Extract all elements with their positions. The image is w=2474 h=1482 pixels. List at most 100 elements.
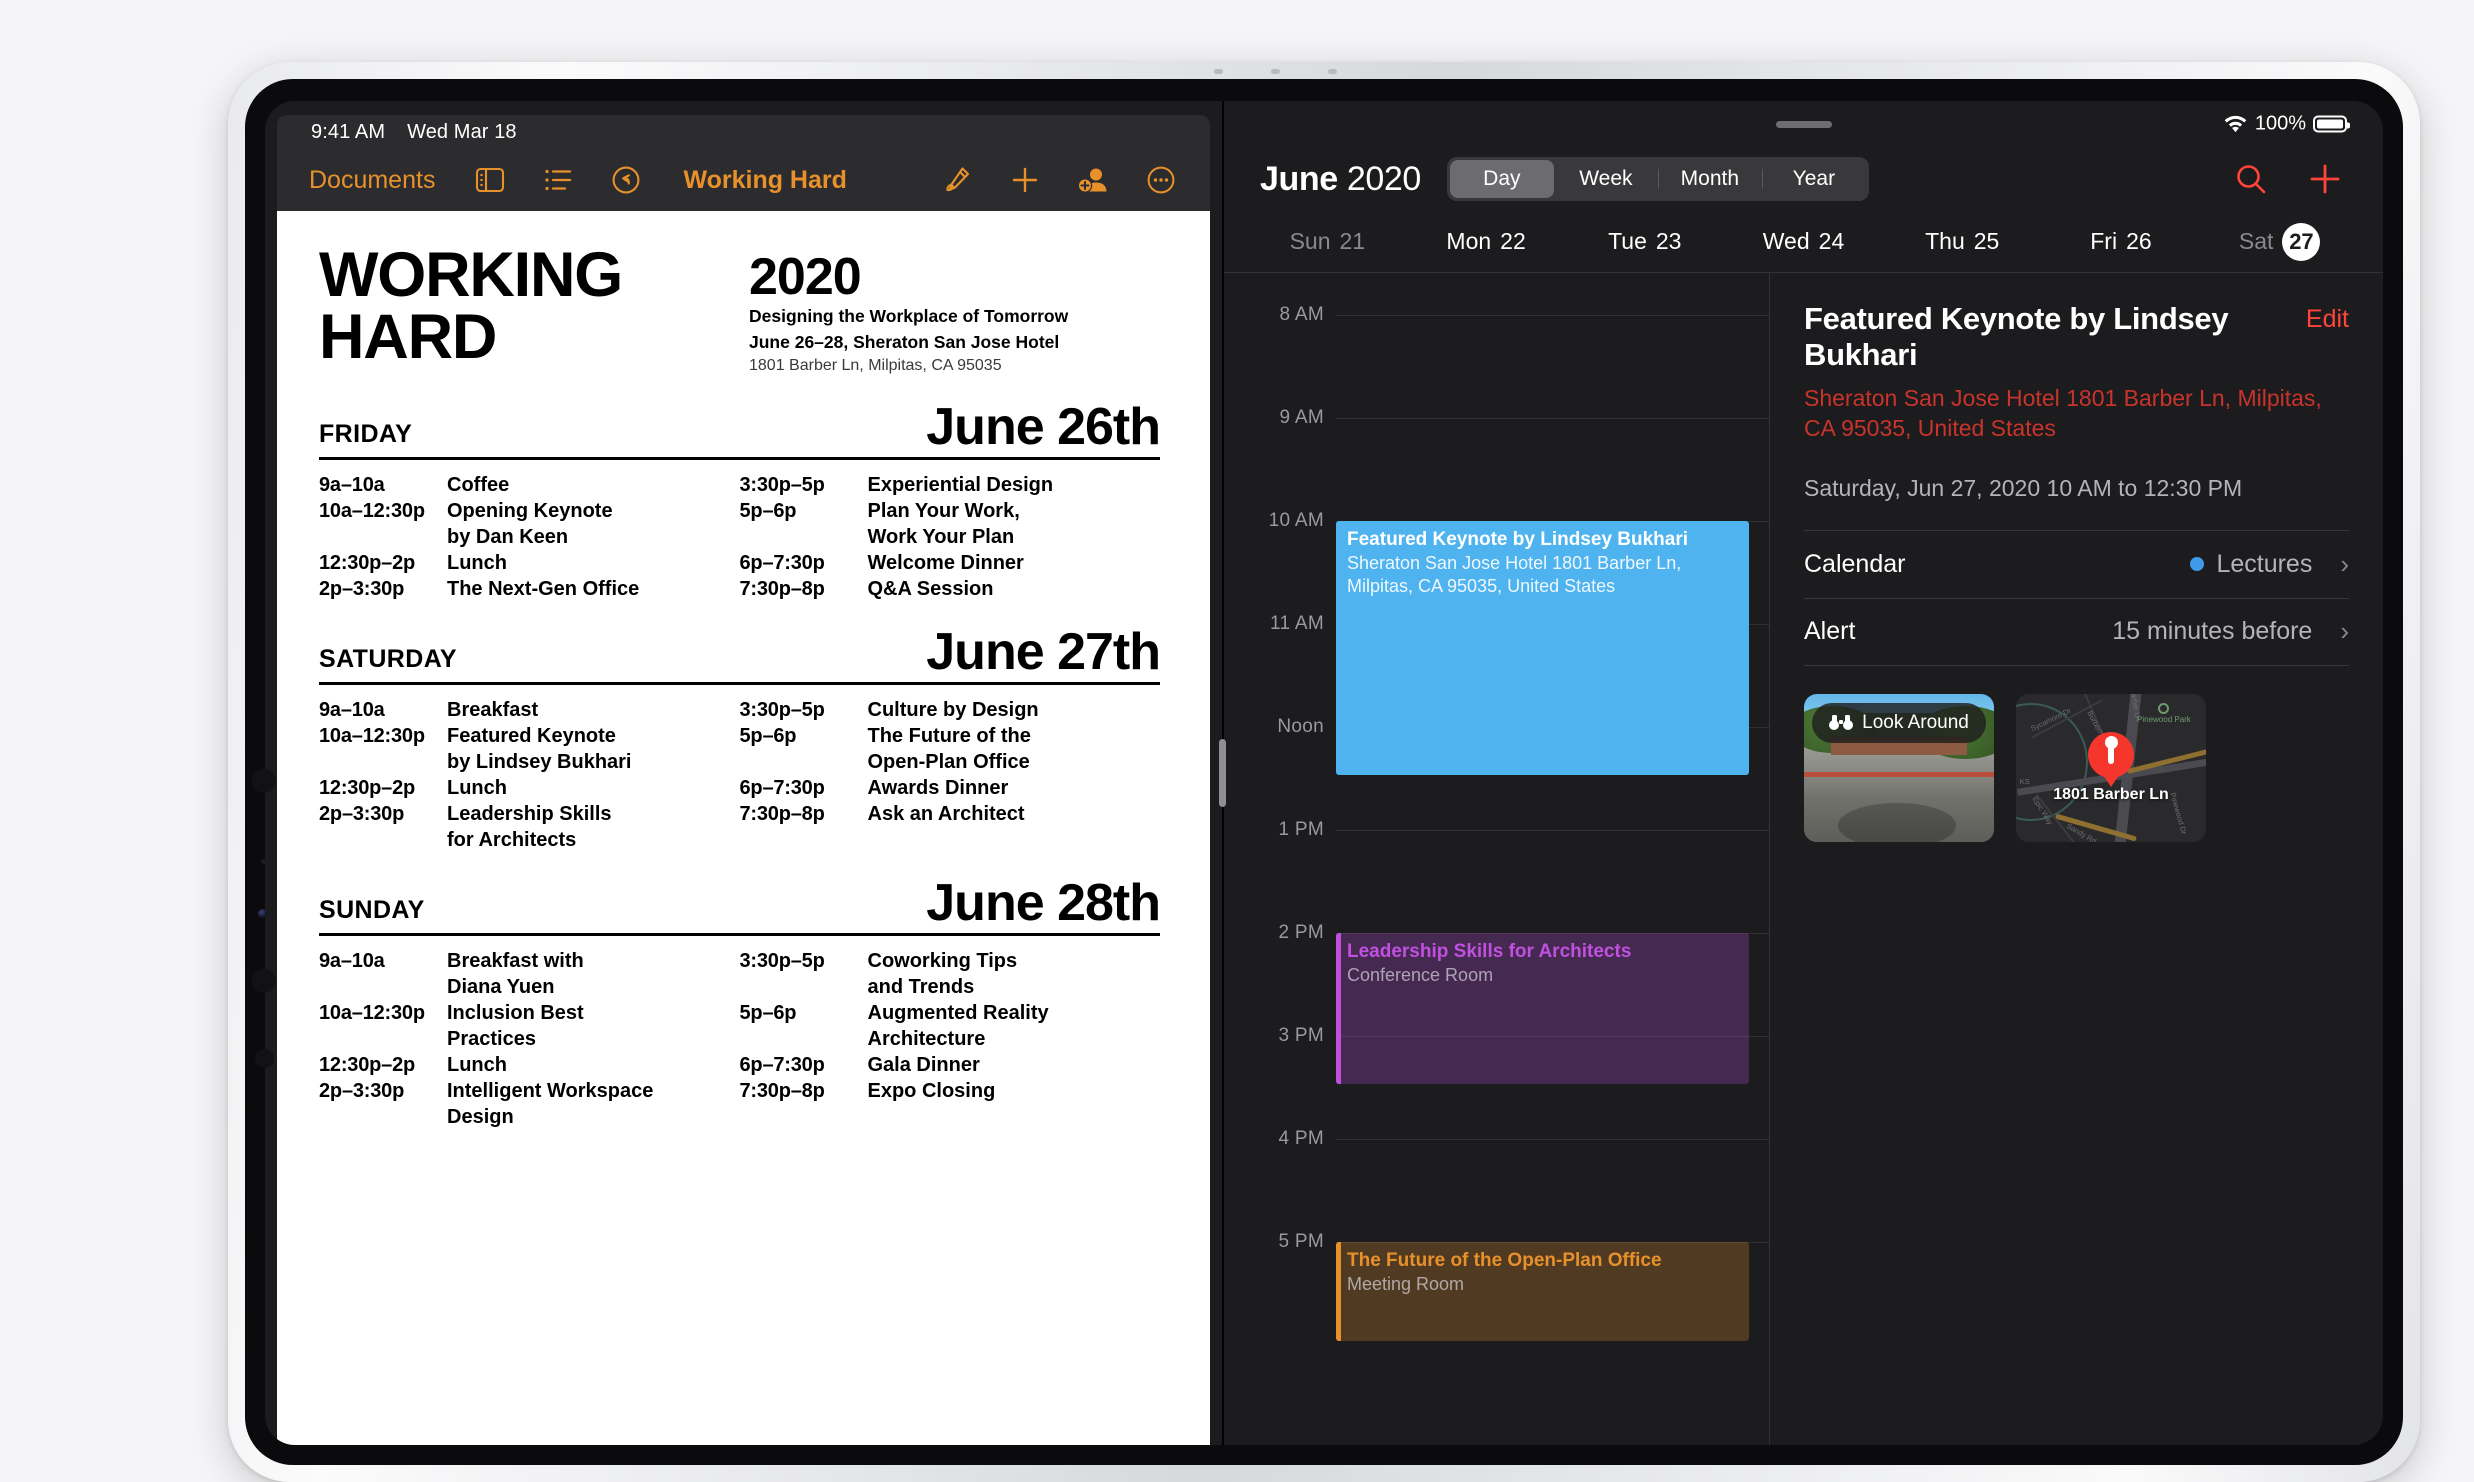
status-indicators: 100% bbox=[2223, 113, 2350, 136]
calendar-month: June bbox=[1260, 159, 1338, 198]
timeline-hour-label: 9 AM bbox=[1279, 407, 1324, 428]
schedule-day-block: SATURDAY June 27th 9a–10a 10a–12:30p 12:30p–… bbox=[319, 622, 1161, 853]
schedule-item: Leadership Skills for Architects bbox=[447, 802, 612, 851]
schedule-day-date: June 27th bbox=[926, 622, 1161, 681]
schedule-item: Awards Dinner bbox=[867, 776, 1009, 799]
schedule-day-name: SUNDAY bbox=[319, 895, 425, 924]
look-around-label: Look Around bbox=[1862, 711, 1969, 733]
schedule-time-column: 9a–10a 10a–12:30p 12:30p–2p 2p–3:30p bbox=[319, 697, 447, 853]
schedule-day-date: June 26th bbox=[926, 397, 1161, 456]
detail-row-label: Alert bbox=[1804, 617, 1856, 646]
calendar-view-week[interactable]: Week bbox=[1554, 160, 1658, 198]
schedule-item: Welcome Dinner bbox=[867, 551, 1024, 574]
collaborate-icon[interactable] bbox=[1070, 157, 1116, 203]
pen-icon[interactable] bbox=[934, 157, 980, 203]
map-pin-label: 1801 Barber Ln bbox=[2053, 785, 2169, 803]
timeline-hour-row: 8 AM bbox=[1224, 304, 1769, 325]
calendar-view-month[interactable]: Month bbox=[1657, 160, 1762, 198]
schedule-day-header: FRIDAY June 26th bbox=[319, 397, 1161, 460]
week-day-number: 26 bbox=[2126, 228, 2152, 254]
more-icon[interactable] bbox=[1138, 157, 1184, 203]
schedule-time-column: 3:30p–5p 5p–6p 6p–7:30p 7:30p–8p bbox=[740, 948, 868, 1130]
calendar-view-segmented-control[interactable]: Day Week Month Year bbox=[1446, 157, 1869, 201]
event-detail-title: Featured Keynote by Lindsey Bukhari bbox=[1804, 301, 2229, 372]
schedule-item-column: Breakfast Featured Keynote by Lindsey Buk… bbox=[447, 697, 740, 853]
week-day-name: Thu bbox=[1925, 228, 1965, 254]
doc-title-line2: HARD bbox=[319, 301, 497, 372]
schedule-time: 2p–3:30p bbox=[319, 577, 405, 600]
split-view-grip[interactable] bbox=[1218, 739, 1226, 807]
document-canvas[interactable]: WORKING HARD 2020 Designing the Workplac… bbox=[277, 211, 1210, 1445]
calendar-view-year[interactable]: Year bbox=[1761, 160, 1866, 198]
schedule-day-name: FRIDAY bbox=[319, 419, 413, 448]
schedule-item: Featured Keynote by Lindsey Bukhari bbox=[447, 724, 632, 773]
week-day-name: Fri bbox=[2090, 228, 2118, 254]
detail-row-alert[interactable]: Alert 15 minutes before › bbox=[1804, 597, 2349, 666]
schedule-item: Lunch bbox=[447, 551, 507, 574]
documents-back-button[interactable]: Documents bbox=[299, 157, 445, 203]
edit-event-button[interactable]: Edit bbox=[2306, 301, 2349, 334]
schedule-column: 3:30p–5p 5p–6p 6p–7:30p 7:30p–8p Experientia… bbox=[740, 472, 1161, 602]
undo-icon[interactable] bbox=[603, 157, 649, 203]
schedule-item-column: Experiential Design Plan Your Work, Work … bbox=[868, 472, 1161, 602]
map-pin-icon bbox=[2088, 732, 2134, 779]
sidebar-icon[interactable] bbox=[467, 157, 513, 203]
map-thumbnail[interactable]: Pinewood Park Sycamore Dr Burberry Dr Ba… bbox=[2016, 693, 2206, 842]
add-event-icon[interactable] bbox=[2301, 155, 2349, 203]
split-view-divider[interactable] bbox=[1210, 101, 1234, 1445]
look-around-button[interactable]: Look Around bbox=[1812, 702, 1986, 743]
schedule-time: 12:30p–2p bbox=[319, 551, 416, 574]
week-day-21[interactable]: Sun 21 bbox=[1248, 228, 1407, 255]
detail-row-calendar[interactable]: Calendar Lectures › bbox=[1804, 529, 2349, 598]
schedule-item: Q&A Session bbox=[867, 577, 994, 600]
schedule-day-block: FRIDAY June 26th 9a–10a 10a–12:30p 12:30p–2p… bbox=[319, 397, 1161, 602]
week-day-26[interactable]: Fri 26 bbox=[2042, 228, 2201, 255]
chevron-right-icon: › bbox=[2340, 616, 2349, 647]
schedule-item: Plan Your Work, Work Your Plan bbox=[867, 499, 1020, 548]
week-day-24[interactable]: Wed 24 bbox=[1724, 228, 1883, 255]
calendar-event[interactable]: The Future of the Open-Plan Office Meetin… bbox=[1336, 1242, 1749, 1341]
calendar-event[interactable]: Leadership Skills for Architects Conferen… bbox=[1336, 933, 1749, 1084]
truedepth-sensor-icon bbox=[252, 969, 276, 993]
status-bar: 9:41 AM Wed Mar 18 bbox=[277, 115, 1210, 149]
week-day-strip[interactable]: Sun 21 Mon 22 Tue 23 Wed 24 Thu 25 Fri 26 Sat 27 bbox=[1224, 211, 2383, 273]
document-title[interactable]: Working Hard bbox=[683, 166, 846, 195]
front-camera-icon bbox=[252, 769, 276, 793]
schedule-column: 9a–10a 10a–12:30p 12:30p–2p 2p–3:30p Breakfa… bbox=[319, 948, 740, 1130]
plus-icon[interactable] bbox=[1002, 157, 1048, 203]
calendar-body: 8 AM 9 AM 10 AM 11 AM Noon 1 PM 2 PM 3 PM 4 PM 5 … bbox=[1224, 273, 2383, 1445]
speaker-grille bbox=[1214, 69, 1337, 74]
calendar-view-day[interactable]: Day bbox=[1449, 160, 1554, 198]
schedule-time: 3:30p–5p bbox=[739, 949, 825, 972]
calendar-status-bar: 100% bbox=[1224, 101, 2383, 147]
look-around-thumbnail[interactable]: Look Around bbox=[1804, 693, 1994, 842]
week-day-22[interactable]: Mon 22 bbox=[1407, 228, 1566, 255]
timeline-hour-label: 1 PM bbox=[1278, 819, 1324, 840]
timeline-hour-label: 4 PM bbox=[1278, 1128, 1324, 1149]
status-bar-time: 9:41 AM bbox=[311, 120, 386, 143]
binoculars-icon bbox=[1829, 715, 1854, 731]
list-icon[interactable] bbox=[535, 157, 581, 203]
event-detail-address[interactable]: Sheraton San Jose Hotel 1801 Barber Ln, … bbox=[1804, 383, 2349, 444]
week-day-name: Wed bbox=[1762, 228, 1810, 254]
chevron-right-icon: › bbox=[2340, 548, 2349, 579]
week-day-25[interactable]: Thu 25 bbox=[1883, 228, 2042, 255]
schedule-item: Gala Dinner bbox=[867, 1053, 980, 1076]
schedule-day-header: SUNDAY June 28th bbox=[319, 877, 1161, 936]
week-day-23[interactable]: Tue 23 bbox=[1565, 228, 1724, 255]
multitask-grabber[interactable] bbox=[1775, 120, 1832, 128]
schedule-columns: 9a–10a 10a–12:30p 12:30p–2p 2p–3:30p Breakfa… bbox=[319, 697, 1160, 853]
calendar-event[interactable]: Featured Keynote by Lindsey Bukhari Shera… bbox=[1336, 521, 1749, 775]
schedule-item-column: Coworking Tips and Trends Augmented Reali… bbox=[868, 948, 1161, 1130]
event-subtitle: Conference Room bbox=[1347, 964, 1494, 985]
detail-row-value: Lectures › bbox=[2190, 549, 2349, 580]
search-icon[interactable] bbox=[2227, 155, 2275, 203]
week-day-27[interactable]: Sat 27 bbox=[2200, 222, 2359, 261]
day-timeline[interactable]: 8 AM 9 AM 10 AM 11 AM Noon 1 PM 2 PM 3 PM 4 PM 5 … bbox=[1224, 273, 1769, 1445]
timeline-hour-label: 3 PM bbox=[1278, 1025, 1324, 1046]
schedule-time-column: 9a–10a 10a–12:30p 12:30p–2p 2p–3:30p bbox=[319, 948, 447, 1130]
calendar-year: 2020 bbox=[1346, 159, 1421, 198]
document-header: WORKING HARD 2020 Designing the Workplac… bbox=[319, 244, 1160, 377]
schedule-item: Lunch bbox=[447, 776, 507, 799]
dot-projector-icon bbox=[255, 1049, 274, 1068]
